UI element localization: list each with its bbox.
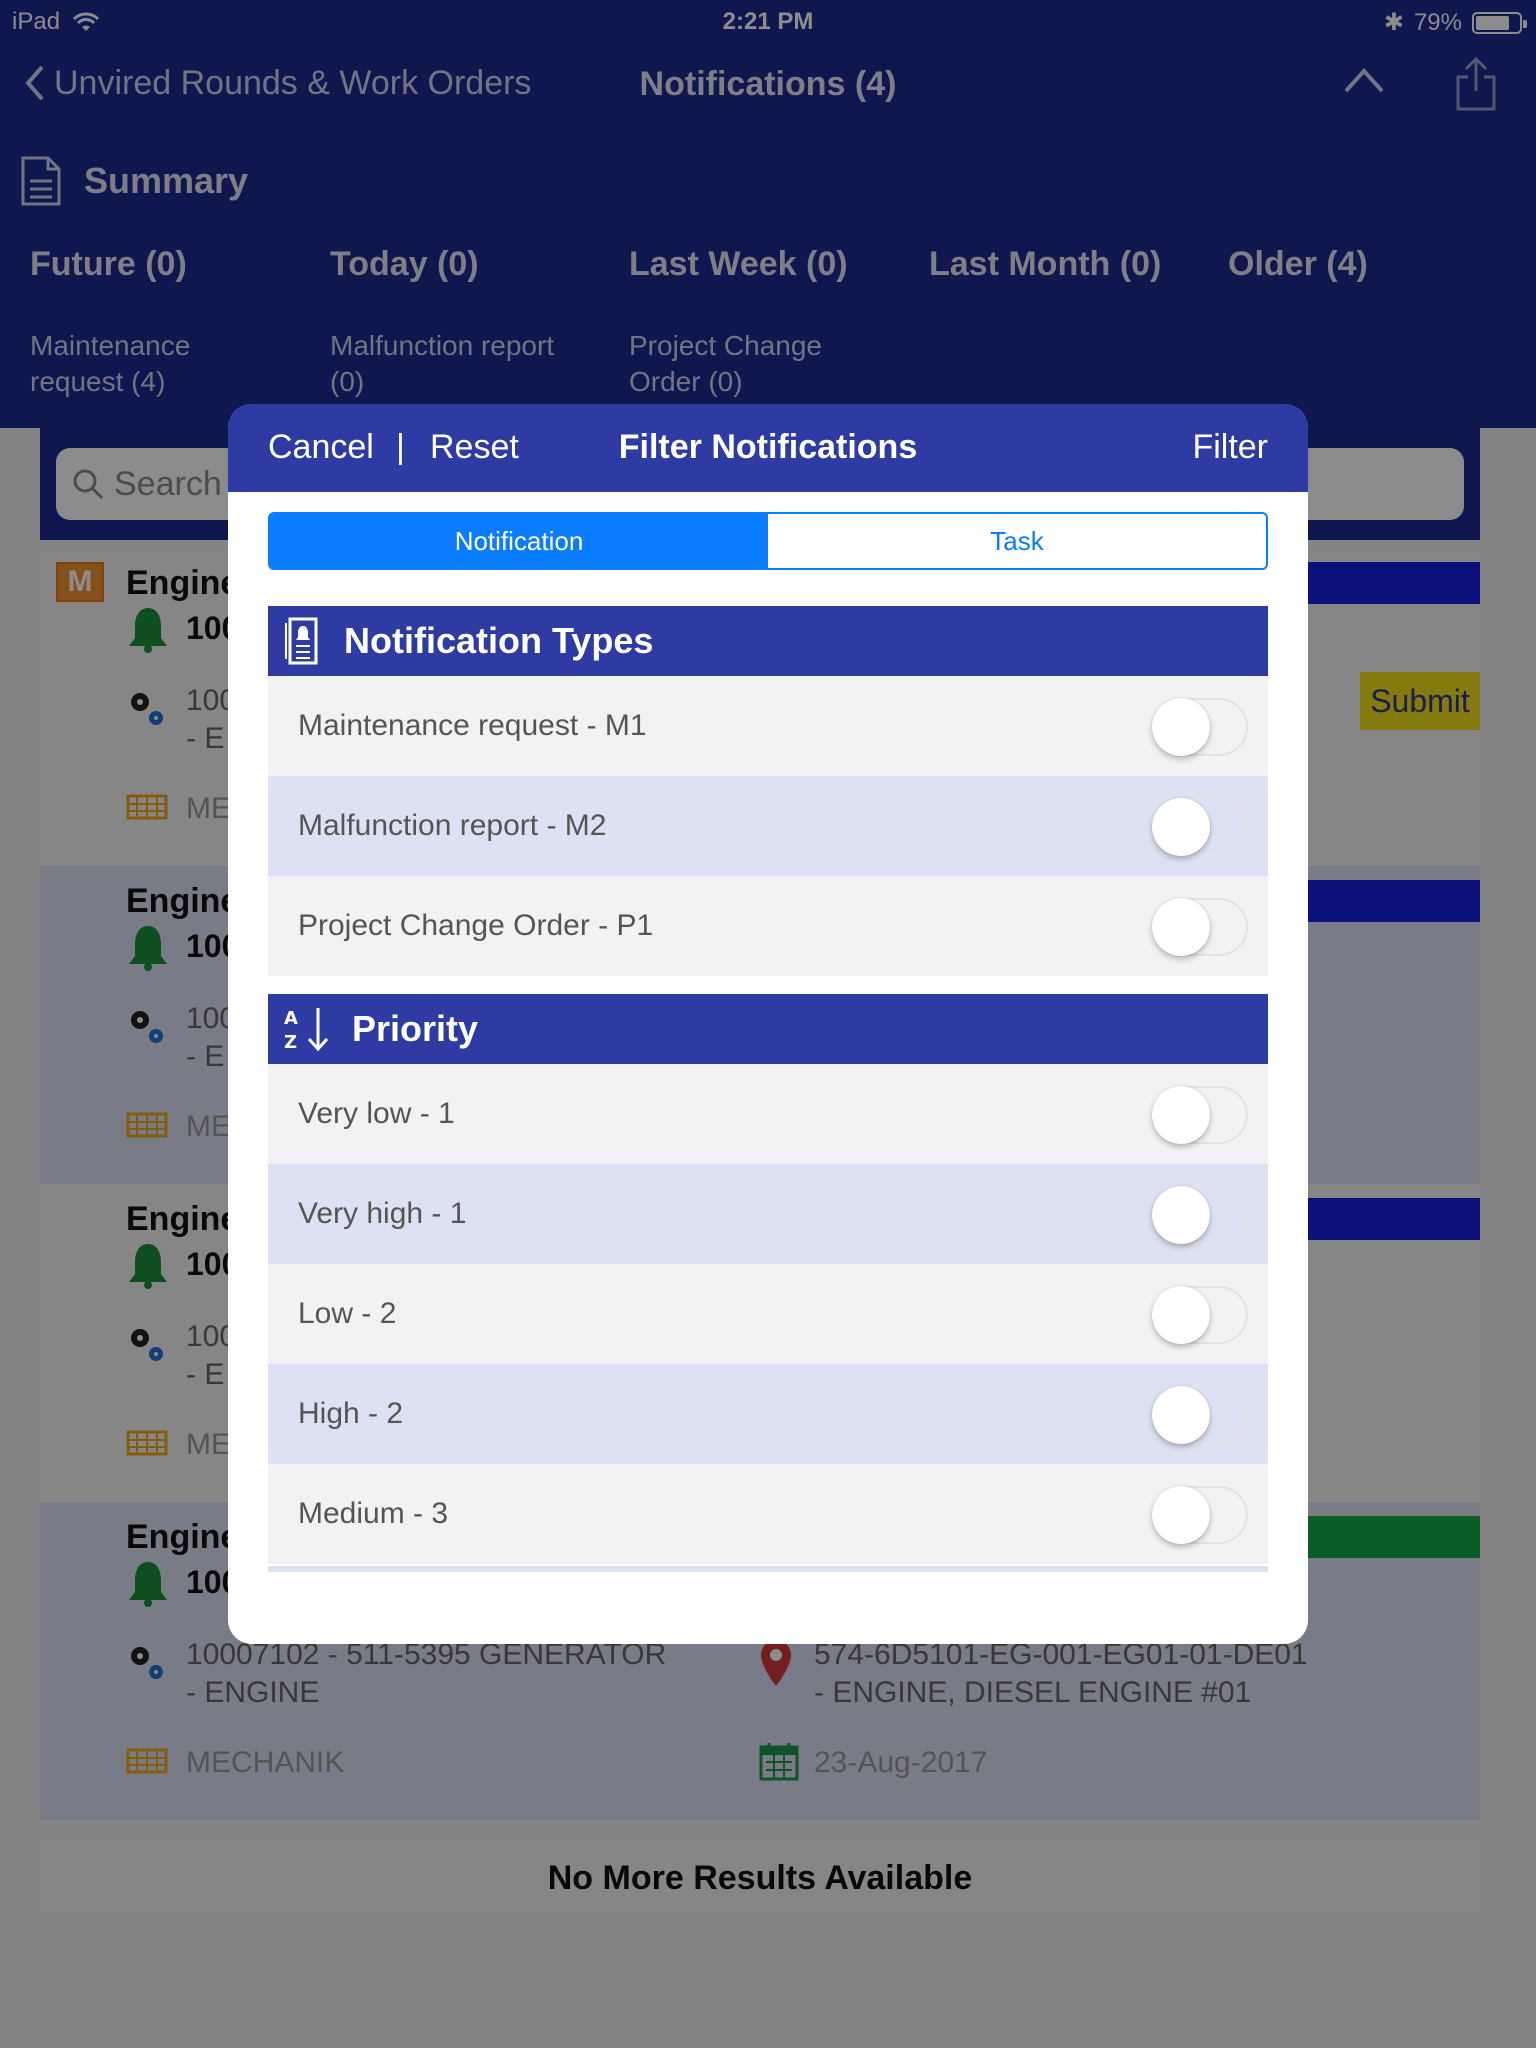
svg-text:A: A xyxy=(284,1008,298,1029)
modal-header: Cancel | Reset Filter Notifications Filt… xyxy=(228,404,1308,492)
filter-row-low: Low - 2 xyxy=(268,1264,1268,1364)
filter-row-very-high: Very high - 1 xyxy=(268,1164,1268,1264)
filter-row-medium: Medium - 3 xyxy=(268,1464,1268,1564)
toggle-switch[interactable] xyxy=(1152,1086,1248,1144)
segment-notification[interactable]: Notification xyxy=(270,514,768,568)
toggle-switch[interactable] xyxy=(1152,898,1248,956)
filter-row-project-change-order: Project Change Order - P1 xyxy=(268,876,1268,976)
sort-az-icon: AZ xyxy=(284,1008,329,1053)
notification-types-icon xyxy=(285,617,318,665)
filter-row-high: High - 2 xyxy=(268,1364,1268,1464)
section-title: Notification Types xyxy=(344,620,654,661)
toggle-switch[interactable] xyxy=(1152,1186,1248,1244)
list-scroll-edge xyxy=(268,1566,1268,1572)
section-notification-types: Notification Types xyxy=(268,606,1268,676)
section-title: Priority xyxy=(352,1008,479,1049)
segment-task[interactable]: Task xyxy=(768,514,1266,568)
toggle-switch[interactable] xyxy=(1152,798,1248,856)
toggle-switch[interactable] xyxy=(1152,1486,1248,1544)
filter-row-very-low: Very low - 1 xyxy=(268,1064,1268,1164)
section-priority: AZ Priority xyxy=(268,994,1268,1064)
modal-title: Filter Notifications xyxy=(618,428,918,466)
filter-row-maintenance-request: Maintenance request - M1 xyxy=(268,676,1268,776)
toggle-switch[interactable] xyxy=(1152,1286,1248,1344)
filter-button[interactable]: Filter xyxy=(1192,428,1268,467)
segmented-control: Notification Task xyxy=(268,512,1268,570)
toggle-switch[interactable] xyxy=(1152,1386,1248,1444)
filter-modal: Cancel | Reset Filter Notifications Filt… xyxy=(228,404,1308,1644)
svg-text:Z: Z xyxy=(284,1032,297,1053)
filter-row-malfunction-report: Malfunction report - M2 xyxy=(268,776,1268,876)
toggle-switch[interactable] xyxy=(1152,698,1248,756)
